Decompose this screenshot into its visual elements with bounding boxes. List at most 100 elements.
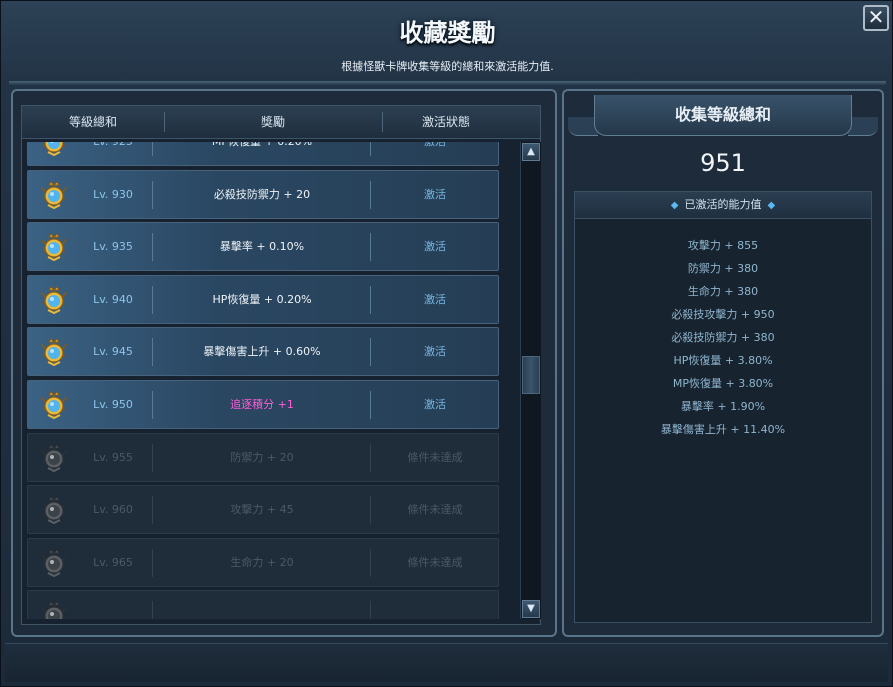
gold-winged-badge-icon — [38, 284, 70, 316]
row-level: Lv. 930 — [93, 188, 133, 201]
column-divider — [152, 286, 153, 314]
diamond-icon: ◆ — [767, 200, 776, 211]
row-reward — [154, 591, 370, 619]
column-divider — [152, 181, 153, 209]
table-row[interactable]: Lv. 965 生命力 + 20 條件未達成 — [27, 538, 499, 587]
stat-item: 生命力 + 380 — [687, 285, 759, 298]
activated-stats-box: ◆ 已激活的能力值 ◆ 攻擊力 + 855 防禦力 + 380 生命力 + 380 必殺技… — [574, 191, 872, 623]
column-divider — [370, 601, 371, 619]
table-row[interactable] — [27, 590, 499, 619]
row-reward: 生命力 + 20 — [230, 556, 294, 569]
column-divider — [370, 549, 371, 577]
collection-reward-window: 收藏獎勵 根據怪獸卡牌收集等級的總和來激活能力值. ✕ 等級總和 獎勵 激活狀態… — [0, 0, 893, 687]
row-level: Lv. 935 — [93, 240, 133, 253]
column-divider — [152, 549, 153, 577]
bottom-bar — [5, 643, 888, 682]
gold-winged-badge-icon — [38, 336, 70, 368]
column-divider — [152, 444, 153, 472]
reward-table: 等級總和 獎勵 激活狀態 Lv. 925MP恢復量 + 0.20%激活Lv. 9… — [21, 105, 541, 625]
row-status: 激活 — [424, 188, 446, 201]
row-reward: 必殺技防禦力 + 20 — [213, 188, 311, 201]
table-row[interactable]: Lv. 960 攻擊力 + 45 條件未達成 — [27, 485, 499, 534]
table-row[interactable]: Lv. 940 HP恢復量 + 0.20% 激活 — [27, 275, 499, 324]
rows-viewport[interactable]: Lv. 925MP恢復量 + 0.20%激活Lv. 930必殺技防禦力 + 20… — [27, 142, 513, 619]
header-status: 激活狀態 — [421, 115, 470, 129]
row-reward: 追逐積分 +1 — [230, 398, 294, 411]
diamond-icon: ◆ — [670, 200, 679, 211]
table-row[interactable]: Lv. 955 防禦力 + 20 條件未達成 — [27, 433, 499, 482]
table-row[interactable]: Lv. 950 追逐積分 +1 激活 — [27, 380, 499, 429]
stat-item: 暴擊率 + 1.90% — [680, 400, 766, 413]
row-level: Lv. 955 — [93, 451, 133, 464]
stat-item: 必殺技攻擊力 + 950 — [671, 308, 775, 321]
activated-stats-header: ◆ 已激活的能力值 ◆ — [575, 192, 871, 219]
row-status: 條件未達成 — [407, 503, 463, 516]
scroll-up-button[interactable]: ▲ — [522, 143, 540, 161]
stat-item: 必殺技防禦力 + 380 — [671, 331, 775, 344]
activated-stats-list: 攻擊力 + 855 防禦力 + 380 生命力 + 380 必殺技攻擊力 + 950 必… — [575, 234, 871, 441]
row-reward: 防禦力 + 20 — [230, 451, 294, 464]
collection-level-total: 951 — [700, 149, 746, 177]
stat-item: 攻擊力 + 855 — [687, 239, 759, 252]
row-reward: HP恢復量 + 0.20% — [212, 293, 312, 306]
gold-winged-badge-icon — [38, 142, 70, 158]
column-divider — [152, 391, 153, 419]
summary-panel: 收集等級總和 951 ◆ 已激活的能力值 ◆ 攻擊力 + 855 防禦力 + 380 生… — [562, 89, 884, 637]
gold-winged-badge-icon — [38, 179, 70, 211]
header-ornament — [848, 117, 878, 136]
column-divider — [152, 496, 153, 524]
row-status: 激活 — [424, 293, 446, 306]
stat-item: 防禦力 + 380 — [687, 262, 759, 275]
column-divider — [152, 601, 153, 619]
row-reward: 暴擊傷害上升 + 0.60% — [203, 345, 321, 358]
table-header: 等級總和 獎勵 激活狀態 — [22, 106, 540, 139]
row-status: 條件未達成 — [407, 556, 463, 569]
summary-title: 收集等級總和 — [594, 95, 852, 136]
window-subtitle: 根據怪獸卡牌收集等級的總和來激活能力值. — [341, 60, 554, 73]
scroll-thumb[interactable] — [522, 356, 540, 394]
window-title: 收藏獎勵 — [399, 19, 496, 47]
column-divider — [370, 338, 371, 366]
header-level: 等級總和 — [68, 115, 117, 129]
row-level: Lv. 945 — [93, 345, 133, 358]
scrollbar[interactable]: ▲ ▼ — [520, 142, 541, 619]
gray-winged-badge-icon — [38, 547, 70, 579]
header-reward: 獎勵 — [260, 115, 285, 129]
row-status: 激活 — [424, 398, 446, 411]
gray-winged-badge-icon — [38, 599, 70, 619]
row-status: 激活 — [372, 142, 498, 165]
gold-winged-badge-icon — [38, 389, 70, 421]
row-status — [372, 591, 498, 619]
stat-item: HP恢復量 + 3.80% — [673, 354, 773, 367]
column-divider — [152, 338, 153, 366]
column-divider — [370, 391, 371, 419]
row-status: 激活 — [424, 240, 446, 253]
row-level: Lv. 925 — [78, 142, 148, 165]
close-button[interactable]: ✕ — [863, 5, 889, 31]
row-status: 激活 — [424, 345, 446, 358]
column-divider — [370, 181, 371, 209]
row-level: Lv. 950 — [93, 398, 133, 411]
column-divider — [370, 286, 371, 314]
row-level: Lv. 960 — [93, 503, 133, 516]
column-divider — [152, 142, 153, 156]
row-reward: MP恢復量 + 0.20% — [154, 142, 370, 165]
row-reward: 暴擊率 + 0.10% — [219, 240, 305, 253]
table-row[interactable]: Lv. 935 暴擊率 + 0.10% 激活 — [27, 222, 499, 271]
gray-winged-badge-icon — [38, 442, 70, 474]
activated-stats-title: 已激活的能力值 — [684, 198, 762, 211]
row-status: 條件未達成 — [407, 451, 463, 464]
table-row[interactable]: Lv. 925 MP恢復量 + 0.20%激活 — [27, 142, 499, 166]
column-divider — [152, 233, 153, 261]
column-divider — [370, 496, 371, 524]
row-reward: 攻擊力 + 45 — [230, 503, 294, 516]
table-row[interactable]: Lv. 945 暴擊傷害上升 + 0.60% 激活 — [27, 327, 499, 376]
stat-item: MP恢復量 + 3.80% — [672, 377, 774, 390]
stat-item: 暴擊傷害上升 + 11.40% — [660, 423, 786, 436]
scroll-down-button[interactable]: ▼ — [522, 600, 540, 618]
row-level — [78, 591, 148, 619]
column-divider — [370, 142, 371, 156]
table-row[interactable]: Lv. 930 必殺技防禦力 + 20 激活 — [27, 170, 499, 219]
column-divider — [370, 233, 371, 261]
gray-winged-badge-icon — [38, 494, 70, 526]
